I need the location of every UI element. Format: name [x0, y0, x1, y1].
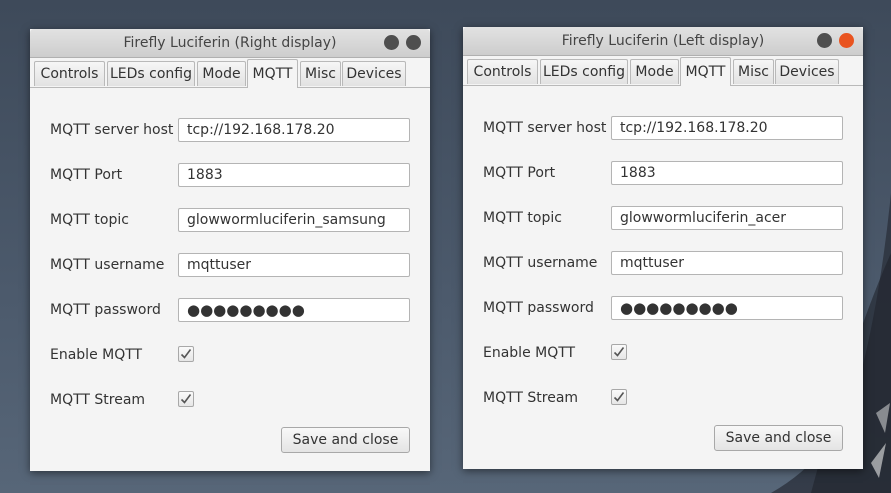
- mqtt-stream-label: MQTT Stream: [50, 392, 146, 408]
- tab-mqtt[interactable]: MQTT: [680, 57, 731, 86]
- checkmark-icon: [180, 349, 192, 359]
- password-input[interactable]: ●●●●●●●●●: [611, 296, 843, 320]
- username-label: MQTT username: [483, 255, 598, 271]
- mqtt-stream-checkbox[interactable]: [178, 391, 194, 407]
- checkmark-icon: [613, 347, 625, 357]
- save-and-close-button[interactable]: Save and close: [714, 425, 843, 451]
- window-title: Firefly Luciferin (Right display): [123, 35, 337, 51]
- username-label: MQTT username: [50, 257, 165, 273]
- checkmark-icon: [613, 392, 625, 402]
- password-input[interactable]: ●●●●●●●●●: [178, 298, 410, 322]
- server-host-label: MQTT server host: [483, 120, 607, 136]
- window-titlebar[interactable]: Firefly Luciferin (Right display): [30, 29, 430, 58]
- minimize-button[interactable]: [817, 33, 832, 48]
- tab-divider: [30, 87, 430, 88]
- server-host-input[interactable]: tcp://192.168.178.20: [178, 118, 410, 142]
- port-input[interactable]: 1883: [178, 163, 410, 187]
- enable-mqtt-checkbox[interactable]: [611, 344, 627, 360]
- server-host-input[interactable]: tcp://192.168.178.20: [611, 116, 843, 140]
- close-button[interactable]: [839, 33, 854, 48]
- username-input[interactable]: mqttuser: [178, 253, 410, 277]
- tab-leds-config[interactable]: LEDs config: [540, 59, 628, 84]
- username-input[interactable]: mqttuser: [611, 251, 843, 275]
- window-title: Firefly Luciferin (Left display): [561, 33, 765, 49]
- enable-mqtt-label: Enable MQTT: [483, 345, 576, 361]
- port-label: MQTT Port: [50, 167, 123, 183]
- topic-label: MQTT topic: [483, 210, 562, 226]
- tab-mqtt[interactable]: MQTT: [247, 59, 298, 88]
- tab-mode[interactable]: Mode: [630, 59, 679, 84]
- settings-window-left-display: Firefly Luciferin (Left display) Control…: [463, 27, 863, 469]
- port-input[interactable]: 1883: [611, 161, 843, 185]
- minimize-button[interactable]: [384, 35, 399, 50]
- close-button[interactable]: [406, 35, 421, 50]
- server-host-label: MQTT server host: [50, 122, 174, 138]
- topic-input[interactable]: glowwormluciferin_samsung: [178, 208, 410, 232]
- tab-misc[interactable]: Misc: [300, 61, 341, 86]
- tab-controls[interactable]: Controls: [467, 59, 538, 84]
- tab-leds-config[interactable]: LEDs config: [107, 61, 195, 86]
- mqtt-stream-checkbox[interactable]: [611, 389, 627, 405]
- enable-mqtt-checkbox[interactable]: [178, 346, 194, 362]
- mqtt-stream-label: MQTT Stream: [483, 390, 579, 406]
- save-and-close-button[interactable]: Save and close: [281, 427, 410, 453]
- settings-window-right-display: Firefly Luciferin (Right display) Contro…: [30, 29, 430, 471]
- tab-controls[interactable]: Controls: [34, 61, 105, 86]
- tab-mode[interactable]: Mode: [197, 61, 246, 86]
- password-label: MQTT password: [50, 302, 161, 318]
- tab-devices[interactable]: Devices: [775, 59, 839, 84]
- enable-mqtt-label: Enable MQTT: [50, 347, 143, 363]
- tab-devices[interactable]: Devices: [342, 61, 406, 86]
- password-label: MQTT password: [483, 300, 594, 316]
- tab-divider: [463, 85, 863, 86]
- window-titlebar[interactable]: Firefly Luciferin (Left display): [463, 27, 863, 56]
- port-label: MQTT Port: [483, 165, 556, 181]
- tab-misc[interactable]: Misc: [733, 59, 774, 84]
- topic-label: MQTT topic: [50, 212, 129, 228]
- checkmark-icon: [180, 394, 192, 404]
- topic-input[interactable]: glowwormluciferin_acer: [611, 206, 843, 230]
